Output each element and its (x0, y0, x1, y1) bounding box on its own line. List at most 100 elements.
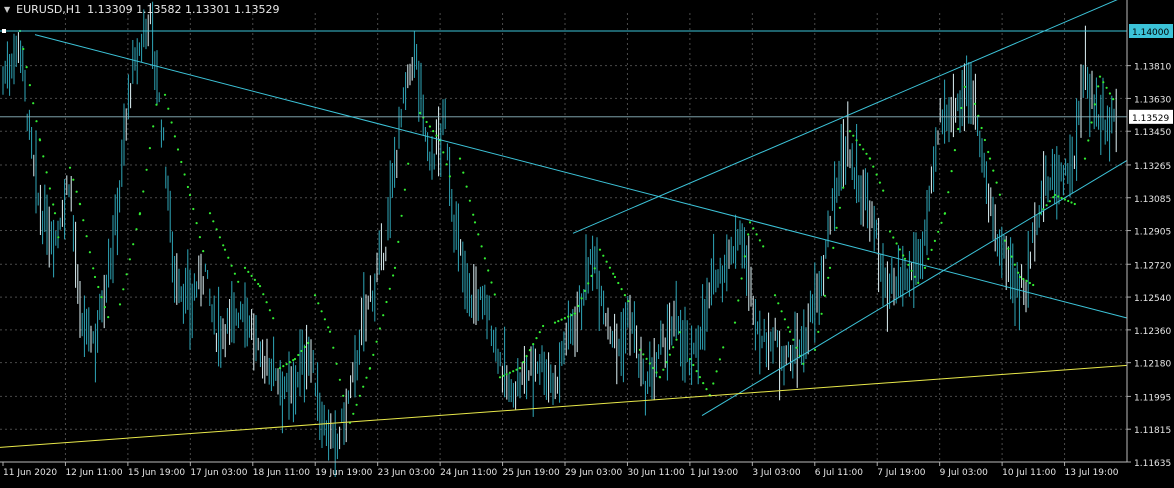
sar-dot (532, 343, 535, 346)
sar-dot (473, 221, 477, 224)
sar-dot (493, 293, 496, 296)
sar-dot (1090, 121, 1093, 124)
sar-dot (107, 316, 110, 319)
sar-dot (1098, 75, 1102, 78)
sar-dot (118, 303, 122, 306)
sar-dot (823, 294, 827, 297)
symbol-label: EURUSD,H1 (16, 3, 82, 16)
x-tick-label: 29 Jun 03:00 (565, 468, 622, 478)
sar-dot (397, 240, 400, 243)
sar-dot (282, 365, 285, 368)
sar-dot (1018, 275, 1022, 279)
sar-dot (832, 246, 835, 249)
sar-dot (170, 121, 173, 124)
sar-dot (783, 318, 787, 321)
sar-dot (502, 374, 505, 377)
sar-dot (655, 371, 658, 374)
sar-dot (100, 296, 103, 299)
sar-dot (237, 280, 240, 283)
x-tick-label: 17 Jun 03:00 (190, 468, 247, 478)
sar-dot (227, 256, 230, 259)
sar-dot (1093, 103, 1096, 106)
sar-dot (293, 357, 297, 361)
sar-dot (208, 212, 212, 215)
sar-dot (512, 370, 515, 373)
sar-dot (828, 266, 832, 269)
sar-dot (382, 314, 385, 317)
sar-dot (910, 269, 913, 272)
sar-dot (303, 345, 306, 349)
sar-dot (567, 315, 570, 318)
sar-dot (813, 348, 817, 351)
sar-dot (317, 302, 320, 305)
sar-dot (608, 266, 612, 269)
sar-dot (272, 317, 275, 320)
sar-dot (1003, 239, 1007, 242)
price-chart[interactable]: 1.13810 1.13630 1.13450 1.13265 1.13085 1.129… (0, 0, 1174, 484)
sar-dot (613, 275, 617, 279)
sar-dot (933, 239, 937, 242)
sar-dot (250, 274, 253, 277)
sar-dot (817, 330, 820, 333)
sar-dot (917, 281, 920, 284)
line-anchor-handle[interactable] (2, 29, 6, 33)
sar-dot (268, 309, 271, 312)
sar-dot (490, 281, 493, 284)
sar-dot (518, 367, 522, 370)
sar-dot (842, 186, 845, 189)
sar-dot (323, 318, 326, 321)
sar-dot (375, 340, 378, 343)
sar-dot (1053, 193, 1057, 197)
sar-dot (1028, 281, 1031, 285)
sar-dot (1045, 204, 1048, 207)
sar-dot (135, 228, 138, 231)
sar-dot (903, 257, 907, 260)
sar-dot (407, 162, 410, 165)
sar-dot (973, 102, 977, 105)
sar-dot (593, 267, 596, 270)
sar-dot (92, 267, 95, 270)
sar-dot (122, 288, 125, 291)
sar-dot (392, 274, 395, 277)
sar-dot (838, 206, 842, 209)
sar-dot (983, 138, 987, 142)
sar-dot (183, 173, 186, 176)
chart-canvas[interactable]: 1.13810 1.13630 1.13450 1.13265 1.13085 1.129… (0, 0, 1174, 484)
sar-dot (995, 181, 998, 184)
sar-dot (198, 236, 201, 239)
sar-dot (335, 362, 338, 365)
sar-dot (872, 165, 875, 168)
sar-dot (352, 412, 355, 415)
sar-dot (445, 163, 448, 166)
hline-price-label: 1.14000 (1129, 24, 1173, 38)
sar-dot (85, 235, 88, 238)
price-axis[interactable]: 1.13810 1.13630 1.13450 1.13265 1.13085 1.129… (1126, 0, 1173, 469)
sar-dot (332, 346, 335, 349)
sar-dot (672, 346, 675, 349)
sar-dot (688, 357, 692, 361)
sar-dot (465, 185, 468, 188)
sar-dot (257, 282, 260, 286)
sar-dot (612, 272, 615, 275)
sar-dot (827, 276, 830, 279)
sar-dot (525, 355, 528, 358)
sar-dot (712, 382, 715, 385)
y-tick-label: 1.12180 (1134, 360, 1171, 370)
sar-dot (388, 287, 391, 290)
sar-dot (923, 266, 927, 269)
sar-dot (895, 242, 898, 245)
sar-dot (852, 134, 855, 137)
sar-dot (573, 312, 577, 315)
sar-dot (222, 244, 225, 247)
sar-dot (448, 175, 451, 178)
sar-dot (25, 66, 28, 69)
sar-dot (715, 370, 718, 373)
sar-dot (758, 239, 762, 242)
ohlc-values: 1.13309 1.13582 1.13301 1.13529 (87, 3, 280, 16)
collapse-triangle-icon[interactable]: ▼ (4, 5, 10, 14)
sar-dot (138, 212, 142, 215)
sar-dot (1105, 86, 1108, 89)
sar-dot (1032, 283, 1035, 287)
sar-dot (1112, 98, 1115, 101)
sar-dot (698, 376, 702, 379)
